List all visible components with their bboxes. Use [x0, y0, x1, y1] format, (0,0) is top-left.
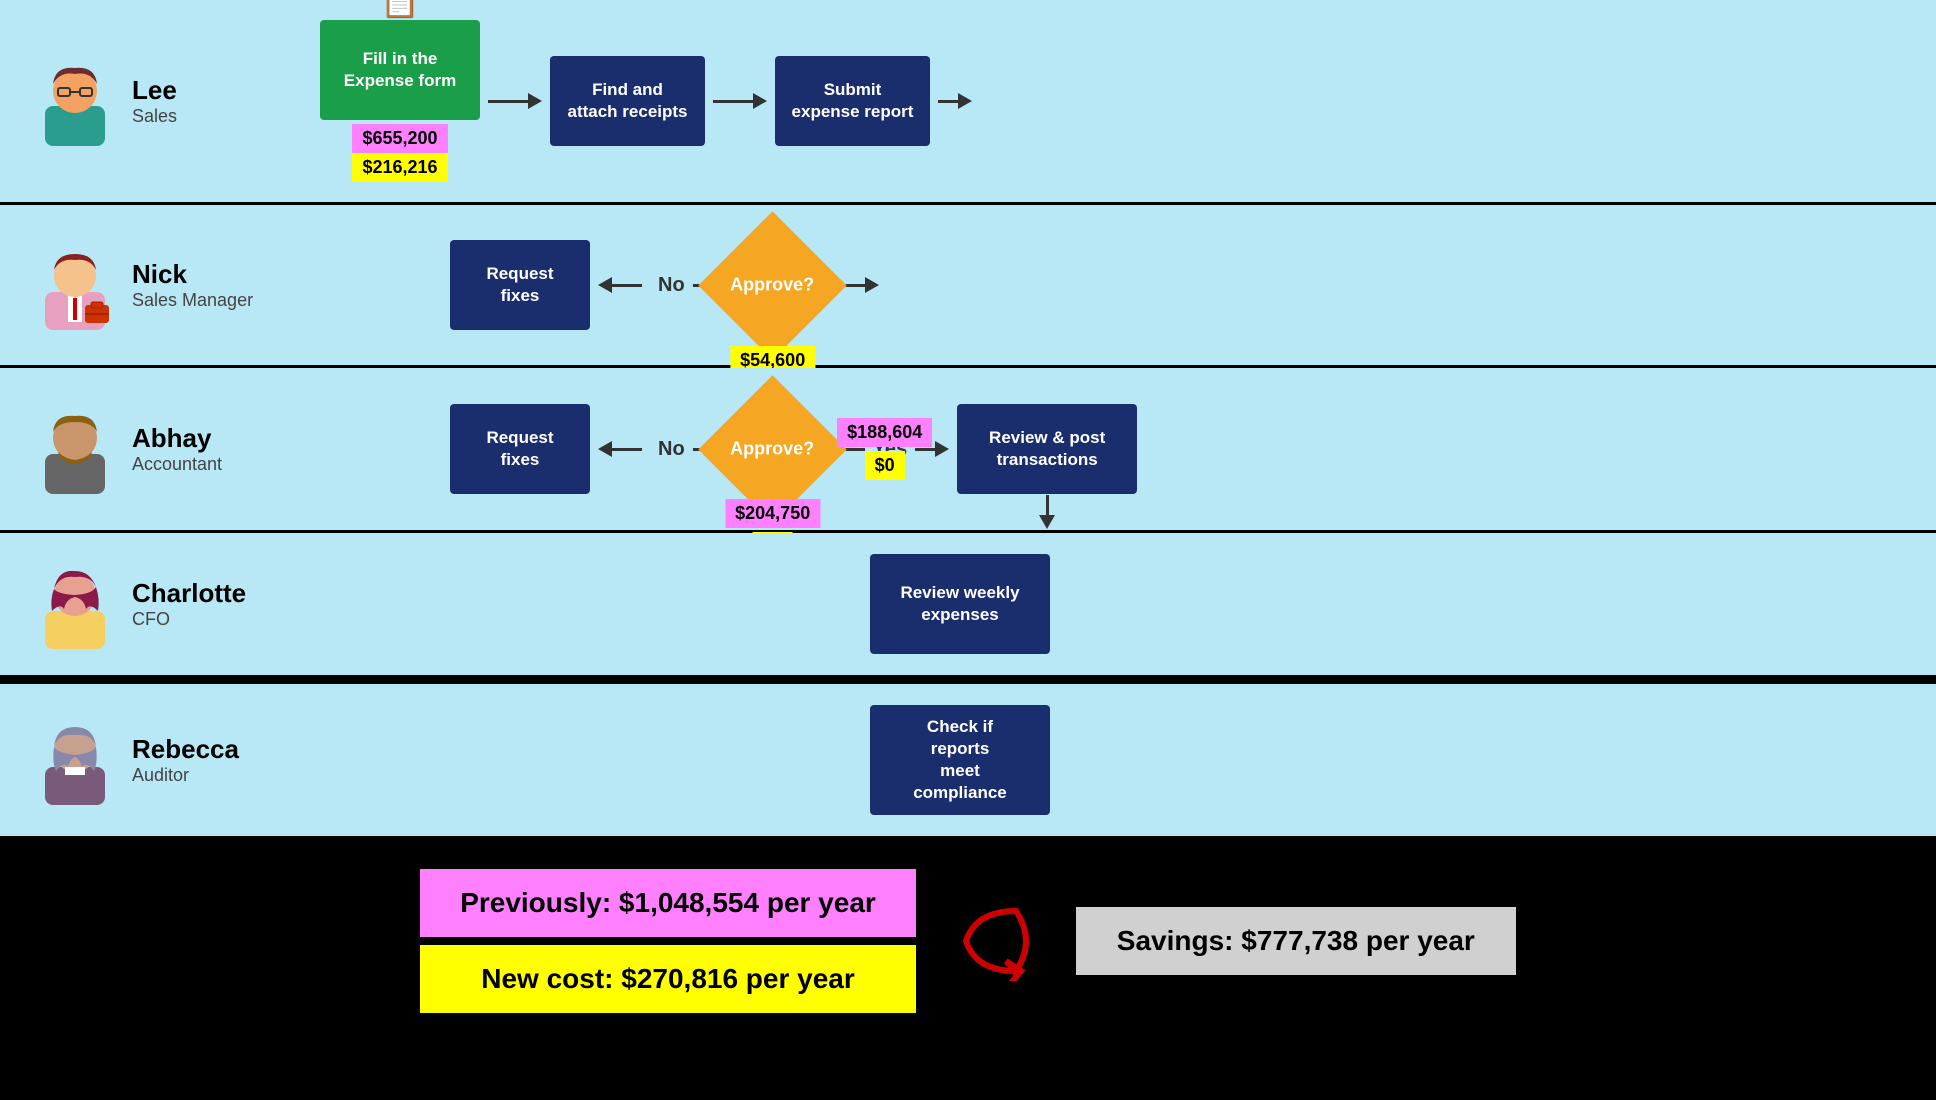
arrow3 [938, 93, 972, 109]
arrow2 [713, 93, 767, 109]
lane-flow-charlotte: Review weekly expenses [320, 544, 1916, 664]
check-compliance-label: Check if reports meet compliance [913, 716, 1007, 804]
lane-nick: Nick Sales Manager Request fixes No [0, 205, 1936, 368]
bottom-bar: Previously: $1,048,554 per year New cost… [0, 839, 1936, 1043]
actor-name-abhay: Abhay [132, 423, 222, 454]
costs-stack: Previously: $1,048,554 per year New cost… [420, 869, 916, 1013]
prev-cost-box: Previously: $1,048,554 per year [420, 869, 916, 937]
savings-box: Savings: $777,738 per year [1076, 907, 1516, 975]
actor-name-lee: Lee [132, 75, 177, 106]
cost-pink1: $655,200 [352, 124, 447, 153]
approve-nick-label: Approve? [731, 274, 815, 294]
connector-down-nick [845, 277, 879, 293]
review-post-box: Review & post transactions [957, 404, 1137, 494]
cost-pink4: $188,604 [837, 418, 932, 447]
review-weekly-label: Review weekly expenses [900, 582, 1019, 626]
lane-flow-abhay: Request fixes No Approve? [320, 379, 1916, 519]
request-fixes-nick-box: Request fixes [450, 240, 590, 330]
actor-lee: Lee Sales [20, 41, 320, 161]
cost-pink3: $204,750 [725, 499, 820, 528]
fill-expense-box: Fill in the Expense form [320, 20, 480, 120]
curved-arrow-container [956, 901, 1036, 981]
request-fixes-abhay-box: Request fixes [450, 404, 590, 494]
new-cost-box: New cost: $270,816 per year [420, 945, 916, 1013]
actor-charlotte: Charlotte CFO [20, 544, 320, 664]
no-label-abhay: No [658, 438, 685, 461]
actor-nick: Nick Sales Manager [20, 225, 320, 345]
actor-abhay: Abhay Accountant [20, 389, 320, 509]
review-weekly-box: Review weekly expenses [870, 554, 1050, 654]
arrow1 [488, 93, 542, 109]
avatar-lee [30, 56, 120, 146]
actor-name-nick: Nick [132, 259, 253, 290]
actor-label-rebecca: Rebecca Auditor [132, 734, 239, 786]
document-icon: 📋 [380, 0, 420, 20]
lane-lee: Lee Sales 📋 Fill in the Expense form $65… [0, 0, 1936, 205]
avatar-rebecca [30, 715, 120, 805]
actor-role-rebecca: Auditor [132, 765, 239, 786]
review-post-label: Review & post transactions [989, 427, 1105, 471]
avatar-nick [30, 240, 120, 330]
lane-flow-lee: 📋 Fill in the Expense form $655,200 $216… [320, 10, 1916, 192]
cost-yellow4: $0 [865, 451, 905, 480]
approve-abhay-label: Approve? [731, 438, 815, 458]
actor-role-abhay: Accountant [132, 454, 222, 475]
cost-yellow1: $216,216 [352, 153, 447, 182]
actor-label-nick: Nick Sales Manager [132, 259, 253, 311]
avatar-charlotte [30, 559, 120, 649]
submit-report-box: Submit expense report [775, 56, 930, 146]
request-fixes-abhay-label: Request fixes [486, 427, 553, 471]
no-label-nick: No [658, 274, 685, 297]
lane-flow-rebecca: Check if reports meet compliance [320, 695, 1916, 825]
actor-name-charlotte: Charlotte [132, 578, 246, 609]
actor-role-lee: Sales [132, 106, 177, 127]
curved-arrow-icon [956, 901, 1036, 981]
actor-label-abhay: Abhay Accountant [132, 423, 222, 475]
find-receipts-box: Find and attach receipts [550, 56, 705, 146]
fill-expense-label: Fill in the Expense form [344, 48, 456, 92]
lane-flow-nick: Request fixes No Approve? [320, 215, 1916, 355]
lane-charlotte: Charlotte CFO Review weekly expenses [0, 533, 1936, 678]
actor-role-charlotte: CFO [132, 609, 246, 630]
actor-rebecca: Rebecca Auditor [20, 700, 320, 820]
check-compliance-box: Check if reports meet compliance [870, 705, 1050, 815]
down-arrow-review-post [1039, 495, 1055, 529]
approve-diamond-abhay: Approve? $204,750 $0 [713, 389, 833, 509]
arrow-no-abhay [598, 441, 642, 457]
actor-label-charlotte: Charlotte CFO [132, 578, 246, 630]
actor-label-lee: Lee Sales [132, 75, 177, 127]
actor-role-nick: Sales Manager [132, 290, 253, 311]
arrow-no-nick [598, 277, 642, 293]
find-receipts-label: Find and attach receipts [568, 79, 688, 123]
lane-rebecca: Rebecca Auditor Check if reports meet co… [0, 684, 1936, 839]
approve-diamond-nick: Approve? $54,600 [713, 225, 833, 345]
actor-name-rebecca: Rebecca [132, 734, 239, 765]
submit-report-label: Submit expense report [792, 79, 914, 123]
avatar-abhay [30, 404, 120, 494]
lane-abhay: Abhay Accountant Request fixes No [0, 368, 1936, 533]
request-fixes-nick-label: Request fixes [486, 263, 553, 307]
